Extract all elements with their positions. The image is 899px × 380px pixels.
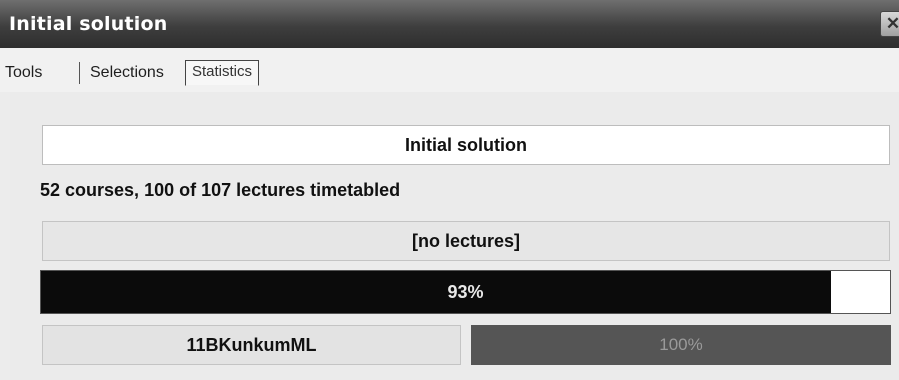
tab-tools[interactable]: Tools: [5, 63, 42, 83]
course-name: 11BKunkumML: [42, 325, 461, 365]
title-bar: Initial solution ✕: [0, 0, 899, 49]
tab-selections[interactable]: Selections: [90, 63, 164, 83]
tab-separator: [79, 62, 80, 84]
tab-strip: Tools Selections Statistics: [0, 48, 899, 92]
course-progress-label: 100%: [659, 335, 703, 354]
solution-name-field: Initial solution: [42, 125, 890, 165]
lectures-status: [no lectures]: [42, 221, 890, 261]
close-icon[interactable]: ✕: [880, 11, 899, 37]
course-progress-bar: 100%: [471, 325, 891, 365]
tab-statistics[interactable]: Statistics: [185, 60, 260, 86]
overall-progress-label: 93%: [447, 282, 484, 302]
window-title: Initial solution: [9, 13, 168, 35]
timetable-summary: 52 courses, 100 of 107 lectures timetabl…: [40, 180, 401, 200]
overall-progress-bar: 93%: [40, 270, 891, 314]
